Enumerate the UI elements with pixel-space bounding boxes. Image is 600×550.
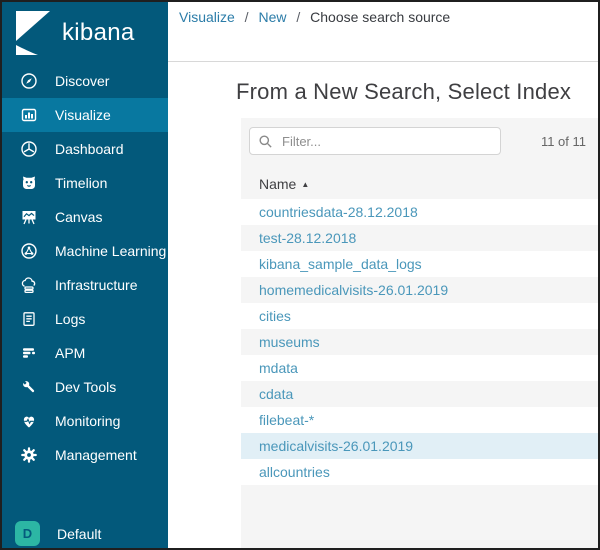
sidebar-item-label: Canvas xyxy=(55,209,102,225)
sidebar-item-canvas[interactable]: Canvas xyxy=(2,200,168,234)
search-icon xyxy=(258,134,273,149)
monitoring-icon xyxy=(20,412,38,430)
breadcrumb-new[interactable]: New xyxy=(258,9,286,25)
sidebar-item-label: Machine Learning xyxy=(55,243,166,259)
column-header-label: Name xyxy=(259,176,296,192)
index-link[interactable]: kibana_sample_data_logs xyxy=(259,256,422,272)
index-link[interactable]: homemedicalvisits-26.01.2019 xyxy=(259,282,448,298)
machine-learning-icon xyxy=(20,242,38,260)
sidebar-item-logs[interactable]: Logs xyxy=(2,302,168,336)
sidebar-item-timelion[interactable]: Timelion xyxy=(2,166,168,200)
sidebar-item-label: Management xyxy=(55,447,137,463)
breadcrumb-current: Choose search source xyxy=(310,9,450,25)
sidebar-item-monitoring[interactable]: Monitoring xyxy=(2,404,168,438)
index-link[interactable]: filebeat-* xyxy=(259,412,314,428)
sidebar-item-label: Logs xyxy=(55,311,85,327)
sort-asc-icon: ▲ xyxy=(301,180,309,189)
logs-icon xyxy=(20,310,38,328)
index-row[interactable]: kibana_sample_data_logs xyxy=(241,251,598,277)
content-area: Visualize / New / Choose search source F… xyxy=(168,2,598,548)
index-row[interactable]: homemedicalvisits-26.01.2019 xyxy=(241,277,598,303)
index-link[interactable]: mdata xyxy=(259,360,298,376)
index-link[interactable]: cities xyxy=(259,308,291,324)
index-row[interactable]: museums xyxy=(241,329,598,355)
index-link[interactable]: allcountries xyxy=(259,464,330,480)
management-icon xyxy=(20,446,38,464)
index-link[interactable]: test-28.12.2018 xyxy=(259,230,356,246)
sidebar-item-infrastructure[interactable]: Infrastructure xyxy=(2,268,168,302)
index-row[interactable]: mdata xyxy=(241,355,598,381)
sidebar-item-label: Dev Tools xyxy=(55,379,116,395)
kibana-logo-text: kibana xyxy=(62,19,135,47)
dashboard-icon xyxy=(20,140,38,158)
sidebar-item-label: Monitoring xyxy=(55,413,120,429)
space-switcher-default[interactable]: D Default xyxy=(15,521,101,546)
sidebar-item-label: Timelion xyxy=(55,175,107,191)
apm-icon xyxy=(20,344,38,362)
sidebar-nav: Discover Visualize xyxy=(2,64,168,472)
visualize-icon xyxy=(20,106,38,124)
index-link[interactable]: medicalvisits-26.01.2019 xyxy=(259,438,413,454)
column-header-name[interactable]: Name ▲ xyxy=(241,163,598,199)
breadcrumb-separator: / xyxy=(245,9,249,25)
sidebar: kibana Discover xyxy=(2,2,168,548)
index-link[interactable]: countriesdata-28.12.2018 xyxy=(259,204,418,220)
sidebar-item-machine-learning[interactable]: Machine Learning xyxy=(2,234,168,268)
sidebar-item-label: Discover xyxy=(55,73,109,89)
index-row[interactable]: countriesdata-28.12.2018 xyxy=(241,199,598,225)
index-row[interactable]: cities xyxy=(241,303,598,329)
infrastructure-icon xyxy=(20,276,38,294)
result-count: 11 of 11 xyxy=(541,134,586,149)
timelion-icon xyxy=(20,174,38,192)
index-link[interactable]: cdata xyxy=(259,386,293,402)
index-row[interactable]: test-28.12.2018 xyxy=(241,225,598,251)
page-title: From a New Search, Select Index xyxy=(236,79,598,105)
choose-search-source: From a New Search, Select Index 11 of 11 xyxy=(168,62,598,548)
space-label: Default xyxy=(57,526,101,542)
sidebar-item-discover[interactable]: Discover xyxy=(2,64,168,98)
sidebar-item-dashboard[interactable]: Dashboard xyxy=(2,132,168,166)
kibana-logo-icon xyxy=(16,11,50,55)
sidebar-item-dev-tools[interactable]: Dev Tools xyxy=(2,370,168,404)
sidebar-item-management[interactable]: Management xyxy=(2,438,168,472)
sidebar-item-label: APM xyxy=(55,345,85,361)
sidebar-item-label: Infrastructure xyxy=(55,277,137,293)
filter-row: 11 of 11 xyxy=(241,118,598,163)
index-list: countriesdata-28.12.2018 test-28.12.2018… xyxy=(241,199,598,485)
space-badge: D xyxy=(15,521,40,546)
kibana-logo[interactable]: kibana xyxy=(2,2,168,64)
dev-tools-icon xyxy=(20,378,38,396)
sidebar-item-label: Dashboard xyxy=(55,141,124,157)
filter-input-wrapper xyxy=(249,127,501,155)
breadcrumb-visualize[interactable]: Visualize xyxy=(179,9,235,25)
index-row[interactable]: allcountries xyxy=(241,459,598,485)
index-row[interactable]: cdata xyxy=(241,381,598,407)
index-link[interactable]: museums xyxy=(259,334,320,350)
breadcrumb-separator: / xyxy=(296,9,300,25)
index-select-panel: 11 of 11 Name ▲ countriesdata-28.12.2018 … xyxy=(241,118,598,548)
index-row[interactable]: filebeat-* xyxy=(241,407,598,433)
sidebar-item-visualize[interactable]: Visualize xyxy=(2,98,168,132)
index-row-highlighted[interactable]: medicalvisits-26.01.2019 xyxy=(241,433,598,459)
filter-input[interactable] xyxy=(280,133,492,150)
canvas-icon xyxy=(20,208,38,226)
breadcrumb: Visualize / New / Choose search source xyxy=(168,2,598,62)
sidebar-item-label: Visualize xyxy=(55,107,111,123)
sidebar-item-apm[interactable]: APM xyxy=(2,336,168,370)
kibana-app-window: kibana Discover xyxy=(0,0,600,550)
discover-icon xyxy=(20,72,38,90)
